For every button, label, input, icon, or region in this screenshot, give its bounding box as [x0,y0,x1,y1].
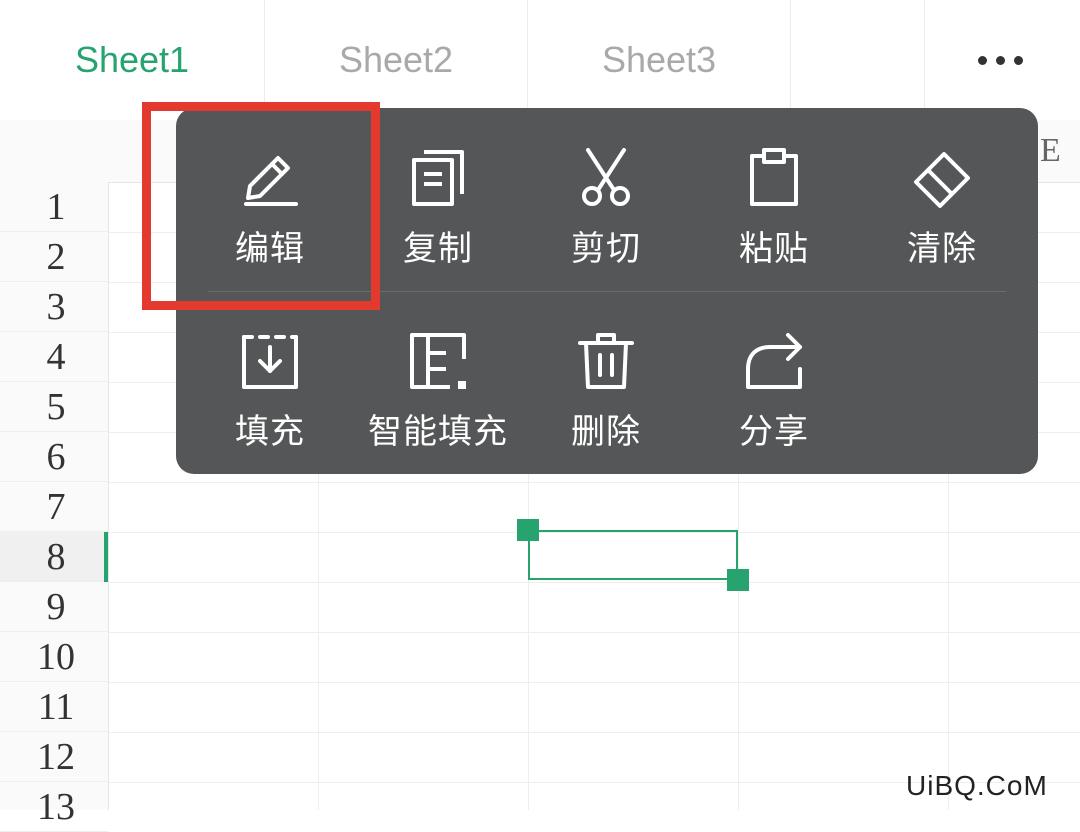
smart-fill-label: 智能填充 [368,412,508,452]
grid-line [108,632,1080,633]
grid-line [108,682,1080,683]
watermark: UiBQ.CoM [906,770,1048,801]
clear-button[interactable]: 清除 [858,108,1026,291]
row-header[interactable]: 6 [0,432,108,482]
row-header[interactable]: 13 [0,782,108,832]
row-header[interactable]: 9 [0,582,108,632]
selection-start-handle[interactable] [517,519,539,541]
grid-line [108,732,1080,733]
row-header[interactable]: 4 [0,332,108,382]
paste-button[interactable]: 粘贴 [690,108,858,291]
clipboard-icon [750,148,798,206]
delete-button[interactable]: 删除 [522,291,690,474]
row-header[interactable]: 1 [0,182,108,232]
smart-fill-button[interactable]: 智能填充 [354,291,522,474]
highlight-box [142,102,380,310]
row-header[interactable]: 2 [0,232,108,282]
row-number-column: 1 2 3 4 5 6 7 8 9 10 11 12 13 [0,182,109,832]
row-header[interactable]: 5 [0,382,108,432]
row-header-active[interactable]: 8 [0,532,108,582]
clear-label: 清除 [907,229,977,269]
row-header[interactable]: 7 [0,482,108,532]
share-button[interactable]: 分享 [690,291,858,474]
scissors-icon [582,148,630,206]
fill-label: 填充 [235,412,305,452]
grid-line [108,582,1080,583]
selection-end-handle[interactable] [727,569,749,591]
delete-label: 删除 [571,412,641,452]
row-header[interactable]: 3 [0,282,108,332]
paste-label: 粘贴 [739,229,809,269]
tab-divider [924,0,925,120]
column-letter-e[interactable]: E [1040,132,1061,170]
tab-divider [790,0,791,120]
cut-button[interactable]: 剪切 [522,108,690,291]
share-label: 分享 [739,412,809,452]
share-icon [746,333,802,389]
more-horizontal-icon[interactable] [960,0,1040,120]
eraser-icon [914,152,970,208]
smart-fill-icon [410,333,466,389]
active-row-indicator [104,532,108,582]
row-header[interactable]: 12 [0,732,108,782]
copy-icon [412,150,464,206]
trash-icon [578,333,634,389]
fill-down-icon [242,335,298,389]
fill-button[interactable]: 填充 [186,291,354,474]
row-header[interactable]: 10 [0,632,108,682]
row-header[interactable]: 11 [0,682,108,732]
tab-sheet3[interactable]: Sheet3 [528,0,790,120]
grid-line [108,482,1080,483]
selected-cell[interactable] [528,530,738,580]
cut-label: 剪切 [571,229,641,269]
